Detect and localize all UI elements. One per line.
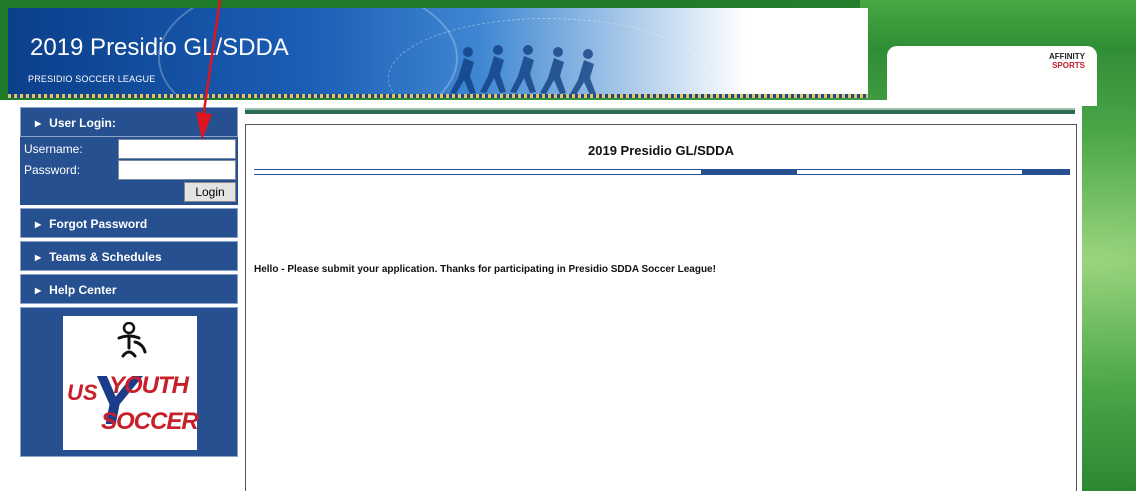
sidebar-item-label: Teams & Schedules — [49, 250, 162, 264]
welcome-message: Hello - Please submit your application. … — [254, 264, 716, 275]
triangle-right-icon: ▶ — [35, 253, 42, 262]
us-youth-soccer-logo[interactable]: Y US YOUTH SOCCER — [63, 316, 199, 450]
sidebar-item-help-center[interactable]: ▶ Help Center — [20, 274, 238, 304]
title-divider — [254, 169, 1070, 175]
logo-youth: YOUTH — [109, 372, 189, 399]
triangle-right-icon: ▶ — [35, 119, 42, 128]
player-figure-icon — [117, 322, 147, 358]
site-subtitle: PRESIDIO SOCCER LEAGUE — [28, 74, 156, 84]
brand-tab: AFFINITY SPORTS — [887, 46, 1097, 106]
content-top-bar — [245, 108, 1075, 114]
password-label: Password: — [24, 163, 81, 177]
sidebar-item-forgot-password[interactable]: ▶ Forgot Password — [20, 208, 238, 238]
main-content: 2019 Presidio GL/SDDA Hello - Please sub… — [245, 124, 1077, 491]
login-button[interactable]: Login — [184, 182, 236, 202]
password-input[interactable] — [118, 160, 236, 180]
divider-segment — [701, 170, 797, 175]
sponsor-panel: Y US YOUTH SOCCER — [20, 307, 238, 457]
triangle-right-icon: ▶ — [35, 286, 42, 295]
banner-divider — [8, 94, 868, 98]
page-title: 2019 Presidio GL/SDDA — [588, 143, 734, 158]
annotation-arrow-icon — [196, 0, 222, 140]
affinity-sports-logo[interactable]: AFFINITY SPORTS — [1049, 52, 1085, 70]
sidebar-item-label: User Login: — [49, 116, 116, 130]
header-banner: 2019 Presidio GL/SDDA PRESIDIO SOCCER LE… — [8, 8, 868, 98]
logo-us: US — [67, 380, 98, 405]
divider-segment — [1022, 170, 1070, 175]
brand-line2: SPORTS — [1052, 61, 1085, 70]
username-label: Username: — [24, 142, 83, 156]
header-green-strip — [860, 0, 1136, 50]
sidebar-item-label: Forgot Password — [49, 217, 148, 231]
sidebar: ▶ User Login: Username: Password: Login ▶… — [20, 107, 238, 457]
runners-graphic — [450, 45, 596, 95]
logo-soccer: SOCCER — [101, 408, 199, 435]
brand-line1: AFFINITY — [1049, 52, 1085, 61]
triangle-right-icon: ▶ — [35, 220, 42, 229]
site-title: 2019 Presidio GL/SDDA — [30, 34, 289, 61]
sidebar-item-label: Help Center — [49, 283, 117, 297]
sidebar-item-teams-schedules[interactable]: ▶ Teams & Schedules — [20, 241, 238, 271]
